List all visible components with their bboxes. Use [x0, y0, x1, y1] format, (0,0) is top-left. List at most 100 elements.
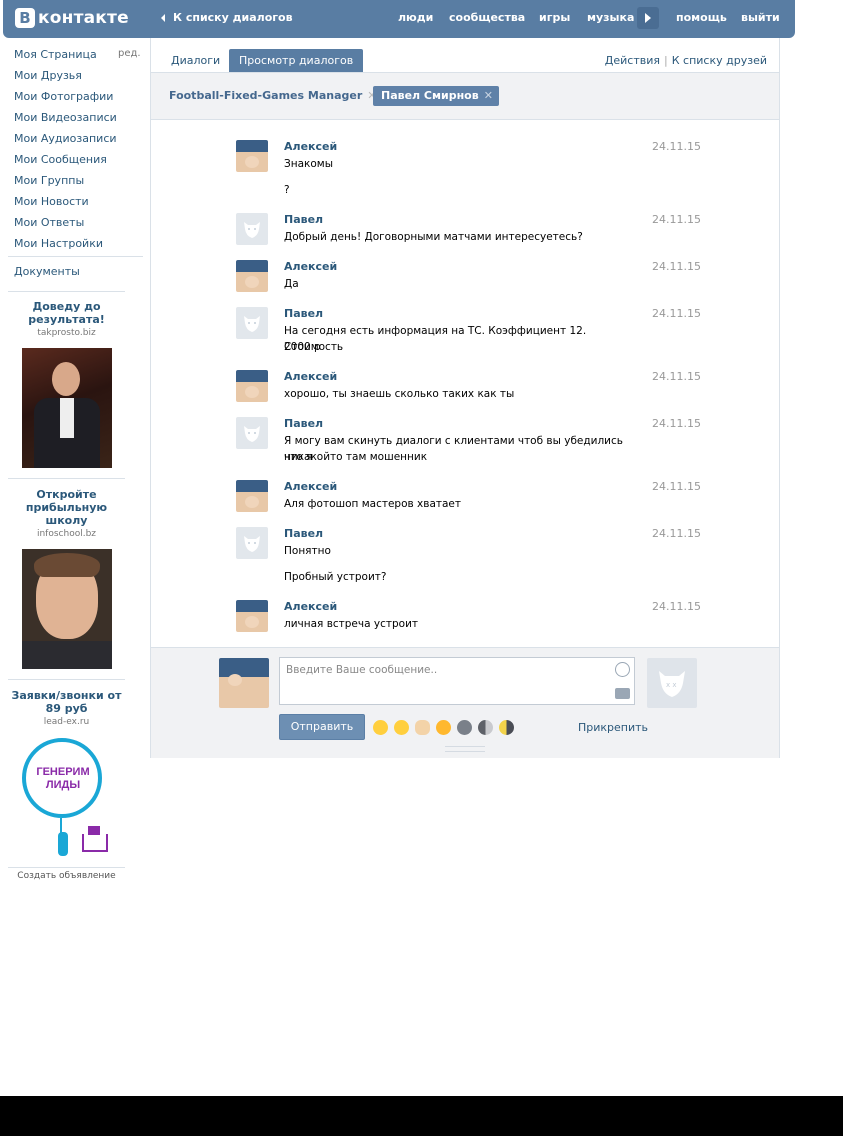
menu-my-answers[interactable]: Мои Ответы	[14, 216, 84, 229]
message-date[interactable]: 24.11.15	[652, 600, 701, 613]
ad-title[interactable]: Заявки/звонки от 89 руб	[8, 689, 125, 715]
emoji-ok-hand-icon[interactable]	[415, 720, 430, 735]
message-date[interactable]: 24.11.15	[652, 140, 701, 153]
avatar[interactable]	[236, 307, 268, 339]
menu-edit-link[interactable]: ред.	[118, 48, 141, 59]
play-icon	[645, 13, 651, 23]
nav-communities[interactable]: сообщества	[449, 11, 525, 24]
create-ad-link[interactable]: Создать объявление	[8, 871, 125, 881]
message-date[interactable]: 24.11.15	[652, 527, 701, 540]
avatar[interactable]	[236, 600, 268, 632]
message-date[interactable]: 24.11.15	[652, 213, 701, 226]
ad-title[interactable]: Доведу до результата!	[8, 300, 125, 326]
nav-logout[interactable]: выйти	[741, 11, 780, 24]
avatar[interactable]	[236, 260, 268, 292]
message-date[interactable]: 24.11.15	[652, 307, 701, 320]
message-author[interactable]: Павел	[284, 307, 323, 320]
message-row: Алексей 24.11.15 хорошо, ты знаешь сколь…	[236, 370, 701, 402]
ad-block-3[interactable]: Заявки/звонки от 89 руб lead-ex.ru	[8, 689, 125, 727]
avatar[interactable]	[236, 527, 268, 559]
back-to-dialogs-link[interactable]: К списку диалогов	[161, 11, 293, 24]
message-date[interactable]: 24.11.15	[652, 417, 701, 430]
nav-games[interactable]: игры	[539, 11, 570, 24]
message-row: Павел 24.11.15 Добрый день! Договорными …	[236, 213, 701, 245]
ad-title[interactable]: Откройте прибыльную школу	[8, 488, 125, 527]
message-row: Павел 24.11.15 Я могу вам скинуть диалог…	[236, 417, 701, 463]
avatar[interactable]	[236, 140, 268, 172]
ad-block-1[interactable]: Доведу до результата! takprosto.biz	[8, 300, 125, 338]
resize-handle[interactable]	[445, 746, 485, 752]
message-author[interactable]: Алексей	[284, 260, 337, 273]
avatar[interactable]	[236, 417, 268, 449]
message-author[interactable]: Алексей	[284, 600, 337, 613]
vk-logo[interactable]: В контакте	[15, 6, 129, 30]
ad-figure	[58, 832, 68, 856]
menu-my-audio[interactable]: Мои Аудиозаписи	[14, 132, 117, 145]
camera-icon[interactable]	[615, 688, 630, 699]
message-date[interactable]: 24.11.15	[652, 480, 701, 493]
ad-banner-text: ГЕНЕРИМ ЛИДЫ	[36, 766, 90, 791]
send-button[interactable]: Отправить	[279, 714, 365, 740]
emoji-grin-icon[interactable]	[436, 720, 451, 735]
default-avatar-icon	[244, 536, 260, 552]
menu-my-settings[interactable]: Мои Настройки	[14, 237, 103, 250]
message-date[interactable]: 24.11.15	[652, 370, 701, 383]
menu-my-photos[interactable]: Мои Фотографии	[14, 90, 113, 103]
message-author[interactable]: Павел	[284, 213, 323, 226]
avatar[interactable]	[236, 213, 268, 245]
message-text: хорошо, ты знаешь сколько таких как ты	[284, 388, 515, 400]
emoji-laugh-icon[interactable]	[373, 720, 388, 735]
nav-people[interactable]: люди	[398, 11, 433, 24]
message-author[interactable]: Алексей	[284, 370, 337, 383]
message-author[interactable]: Павел	[284, 417, 323, 430]
to-friends-link[interactable]: К списку друзей	[672, 54, 767, 67]
menu-documents[interactable]: Документы	[14, 265, 80, 278]
participant-tag-2[interactable]: Павел Смирнов ✕	[373, 86, 499, 106]
my-avatar[interactable]	[219, 658, 269, 708]
ad-block-2[interactable]: Откройте прибыльную школу infoschool.bz	[8, 488, 125, 539]
recipient-avatar[interactable]: x x	[647, 658, 697, 708]
message-author[interactable]: Алексей	[284, 480, 337, 493]
ad-person-shirt	[22, 641, 112, 669]
menu-my-videos[interactable]: Мои Видеозаписи	[14, 111, 117, 124]
ad-divider	[8, 291, 125, 292]
smile-icon[interactable]	[615, 662, 630, 677]
participant-name: Павел Смирнов	[381, 89, 479, 102]
tab-view-dialogs[interactable]: Просмотр диалогов	[229, 49, 364, 72]
message-text: 2000 р	[284, 341, 321, 353]
top-header: В контакте К списку диалогов люди сообще…	[3, 0, 795, 38]
message-author[interactable]: Павел	[284, 527, 323, 540]
nav-music[interactable]: музыка	[587, 11, 634, 24]
screen-bottom-bar	[0, 1096, 843, 1136]
menu-my-page[interactable]: Моя Страница	[14, 48, 97, 61]
menu-my-friends[interactable]: Мои Друзья	[14, 69, 82, 82]
ad-divider	[8, 679, 125, 680]
emoji-half-moon-icon[interactable]	[499, 720, 514, 735]
ad-divider	[8, 867, 125, 868]
cart-icon	[82, 834, 108, 852]
nav-help[interactable]: помощь	[676, 11, 727, 24]
menu-my-news[interactable]: Мои Новости	[14, 195, 89, 208]
message-input[interactable]: Введите Ваше сообщение..	[279, 657, 635, 705]
avatar[interactable]	[236, 370, 268, 402]
avatar[interactable]	[236, 480, 268, 512]
participant-tag-1[interactable]: Football-Fixed-Games Manager ✕	[169, 89, 376, 102]
emoji-moon-icon[interactable]	[478, 720, 493, 735]
ad-image-1[interactable]	[22, 348, 112, 468]
ad-image-2[interactable]	[22, 549, 112, 669]
emoji-new-moon-face-icon[interactable]	[457, 720, 472, 735]
menu-my-groups[interactable]: Мои Группы	[14, 174, 84, 187]
message-text: Знакомы	[284, 158, 334, 170]
message-row: Алексей 24.11.15 Да	[236, 260, 701, 292]
play-button[interactable]	[637, 7, 659, 29]
close-icon[interactable]: ✕	[484, 86, 493, 106]
ad-image-3[interactable]: ГЕНЕРИМ ЛИДЫ	[20, 736, 114, 860]
actions-link[interactable]: Действия	[605, 54, 660, 67]
emoji-kiss-icon[interactable]	[394, 720, 409, 735]
attach-link[interactable]: Прикрепить	[578, 721, 648, 734]
message-date[interactable]: 24.11.15	[652, 260, 701, 273]
tab-dialogs[interactable]: Диалоги	[161, 49, 230, 72]
ad-domain: lead-ex.ru	[43, 717, 90, 727]
menu-my-messages[interactable]: Мои Сообщения	[14, 153, 107, 166]
message-author[interactable]: Алексей	[284, 140, 337, 153]
